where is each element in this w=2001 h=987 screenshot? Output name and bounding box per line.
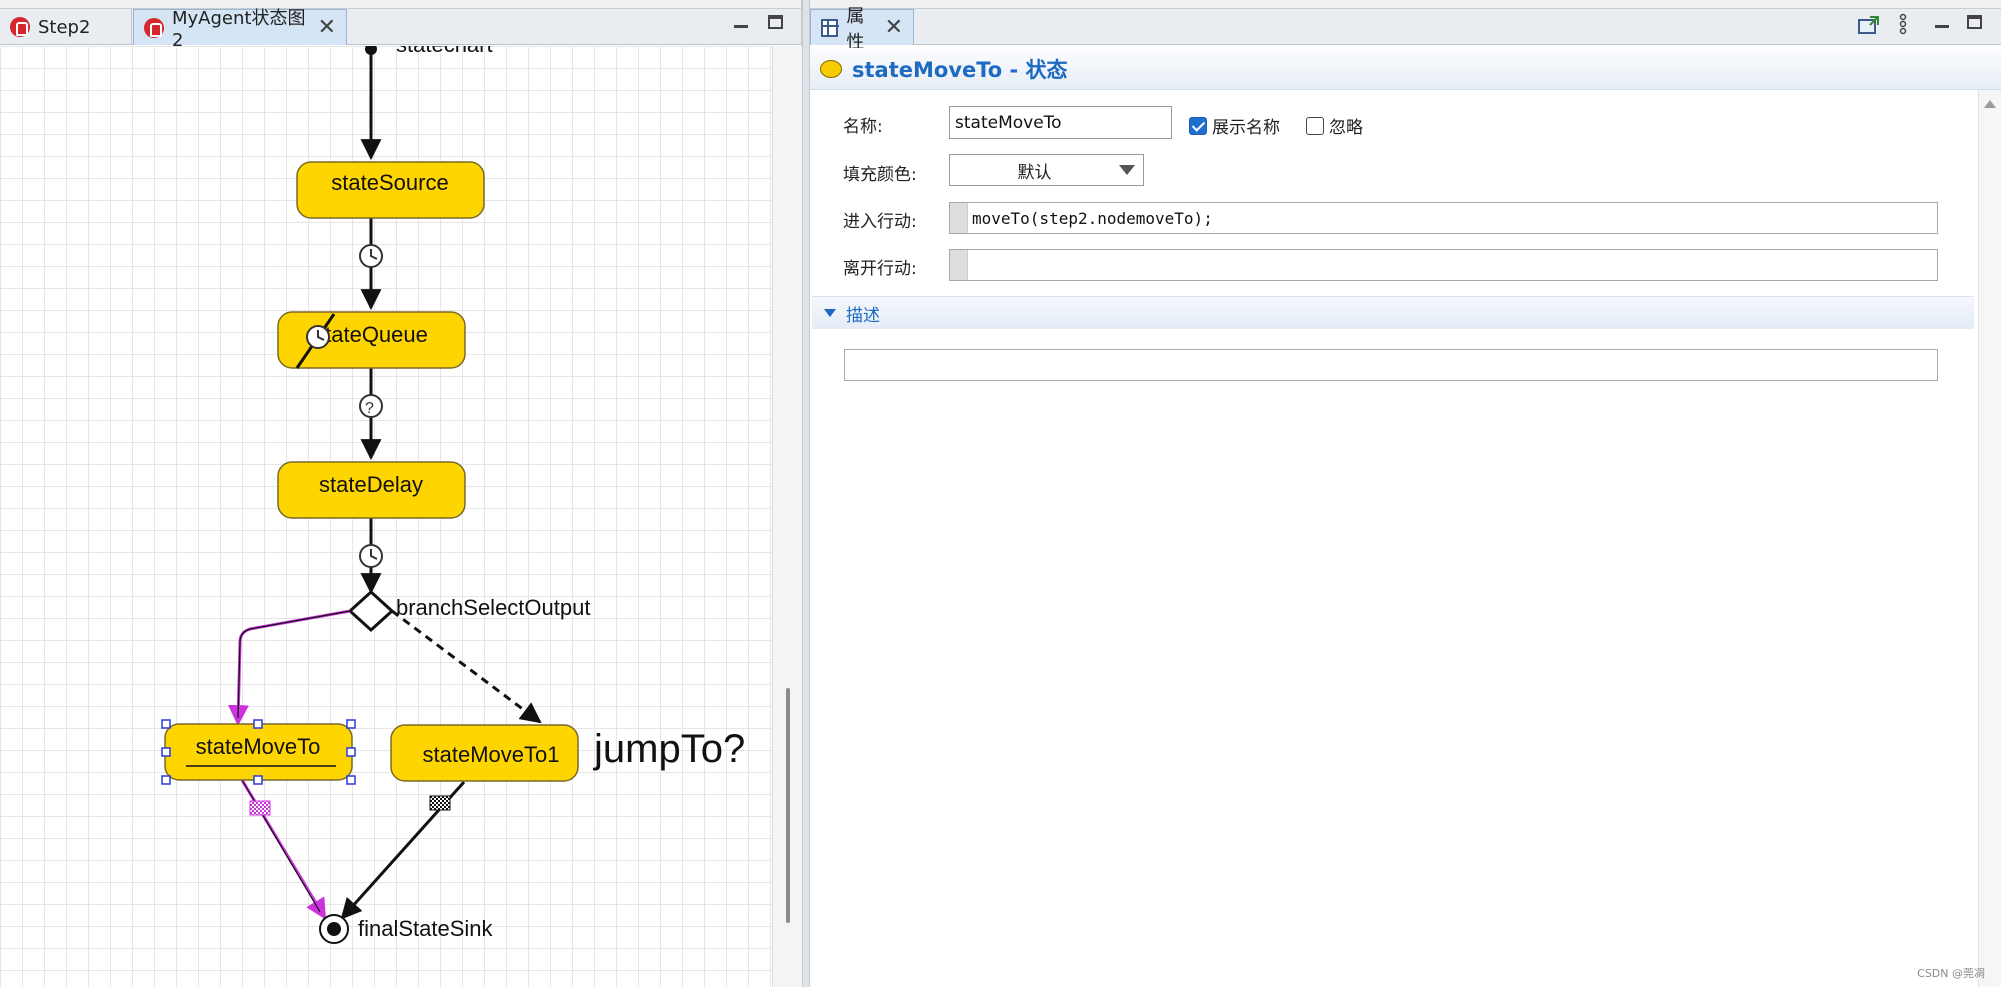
statechart-label: statechart xyxy=(396,46,493,57)
state-icon xyxy=(820,59,842,78)
state-label: stateDelay xyxy=(319,472,423,497)
ignore-checkbox[interactable]: 忽略 xyxy=(1306,113,1363,138)
fill-color-select[interactable]: 默认 xyxy=(949,154,1144,186)
description-section-header[interactable]: 描述 xyxy=(812,296,1974,329)
checkbox-checked-icon[interactable] xyxy=(1189,116,1207,135)
exit-action-label: 离开行动: xyxy=(843,259,917,279)
pane-splitter[interactable] xyxy=(802,0,810,987)
scroll-up-icon[interactable] xyxy=(1984,100,1996,108)
branch-label: branchSelectOutput xyxy=(396,595,590,620)
branch-select-output[interactable]: branchSelectOutput xyxy=(347,589,590,633)
clock-icon xyxy=(359,244,383,268)
state-label: stateMoveTo xyxy=(196,734,321,759)
statechart-diagram: statechart ? branchSelectOutpu xyxy=(161,46,745,944)
properties-icon xyxy=(821,18,840,37)
svg-text:?: ? xyxy=(365,400,374,417)
minimize-icon[interactable] xyxy=(1935,14,1949,32)
state-source[interactable]: stateSource xyxy=(296,161,485,219)
maximize-icon[interactable] xyxy=(1967,15,1982,33)
watermark: CSDN @莞凋 xyxy=(1917,967,1985,980)
arrival-flag-icon xyxy=(429,795,451,811)
arrival-flag-icon xyxy=(249,800,271,816)
state-move-to-1[interactable]: stateMoveTo1 xyxy=(390,724,579,782)
checkbox-unchecked-icon[interactable] xyxy=(1306,116,1324,135)
name-label: 名称: xyxy=(843,117,883,137)
chevron-down-icon[interactable] xyxy=(1119,165,1135,175)
collapse-triangle-icon[interactable] xyxy=(824,309,836,317)
properties-title: stateMoveTo - 状态 xyxy=(852,57,1068,82)
show-name-checkbox[interactable]: 展示名称 xyxy=(1189,113,1280,138)
state-delay[interactable]: stateDelay xyxy=(277,461,466,519)
description-section-label: 描述 xyxy=(846,305,880,326)
tab-label: Step2 xyxy=(38,16,91,38)
state-move-to[interactable]: stateMoveTo xyxy=(161,719,356,785)
properties-panel: 属性 ✕ stateMoveTo - 状态 名称: stateMoveTo 展示… xyxy=(810,0,2001,987)
transition-branch-to-moveto1[interactable] xyxy=(391,609,542,724)
tab-properties[interactable]: 属性 ✕ xyxy=(810,6,914,53)
close-icon[interactable]: ✕ xyxy=(885,16,903,39)
final-state-label: finalStateSink xyxy=(358,916,494,941)
state-label: stateMoveTo1 xyxy=(423,742,560,767)
tab-myagent-statechart[interactable]: MyAgent状态图2 ✕ xyxy=(133,8,347,51)
tab-label: MyAgent状态图2 xyxy=(172,8,306,51)
clock-icon xyxy=(306,325,330,349)
maximize-icon[interactable] xyxy=(768,15,783,33)
view-menu-icon[interactable] xyxy=(1899,13,1907,39)
editor-tab-bar: Step2 MyAgent状态图2 ✕ xyxy=(0,0,801,51)
statechart-editor: Step2 MyAgent状态图2 ✕ ? branchSelectOutput… xyxy=(0,0,802,987)
new-window-icon[interactable] xyxy=(1858,15,1882,39)
code-gutter xyxy=(950,250,968,280)
code-gutter xyxy=(950,203,968,233)
tab-bar-top-stripe xyxy=(0,0,801,9)
properties-header: stateMoveTo - 状态 xyxy=(810,48,2001,90)
agent-icon xyxy=(144,17,164,38)
question-icon: ? xyxy=(359,394,383,418)
entry-action-code: moveTo(step2.nodemoveTo); xyxy=(972,208,1213,228)
agent-icon xyxy=(10,17,30,37)
clock-icon xyxy=(359,544,383,568)
exit-action-editor[interactable] xyxy=(949,249,1938,281)
properties-tab-bar: 属性 ✕ xyxy=(810,0,2001,53)
diagram-canvas[interactable]: statechart ? branchSelectOutpu xyxy=(0,46,772,987)
fill-color-label: 填充颜色: xyxy=(843,165,917,185)
state-label: stateSource xyxy=(331,170,448,195)
close-icon[interactable]: ✕ xyxy=(318,16,336,39)
show-name-label: 展示名称 xyxy=(1212,118,1280,138)
tab-label: 属性 xyxy=(846,5,865,53)
tab-bar-top-stripe xyxy=(810,0,2001,9)
statechart-entry[interactable]: statechart xyxy=(365,46,493,57)
minimize-icon[interactable] xyxy=(734,14,748,32)
fill-color-value: 默认 xyxy=(1017,162,1052,183)
ignore-label: 忽略 xyxy=(1329,118,1363,138)
entry-action-label: 进入行动: xyxy=(843,212,917,232)
scroll-thumb[interactable] xyxy=(786,688,790,923)
entry-action-editor[interactable]: moveTo(step2.nodemoveTo); xyxy=(949,202,1938,234)
state-label: stateQueue xyxy=(314,322,428,347)
vertical-scrollbar[interactable] xyxy=(1978,90,2001,987)
description-input[interactable] xyxy=(844,349,1938,381)
name-input[interactable]: stateMoveTo xyxy=(949,106,1172,139)
final-state-sink[interactable]: finalStateSink xyxy=(319,914,494,944)
vertical-scrollbar[interactable] xyxy=(772,46,802,987)
state-queue[interactable]: stateQueue xyxy=(277,311,466,369)
tab-step2[interactable]: Step2 xyxy=(0,9,132,45)
jumpto-note[interactable]: jumpTo? xyxy=(593,727,745,771)
